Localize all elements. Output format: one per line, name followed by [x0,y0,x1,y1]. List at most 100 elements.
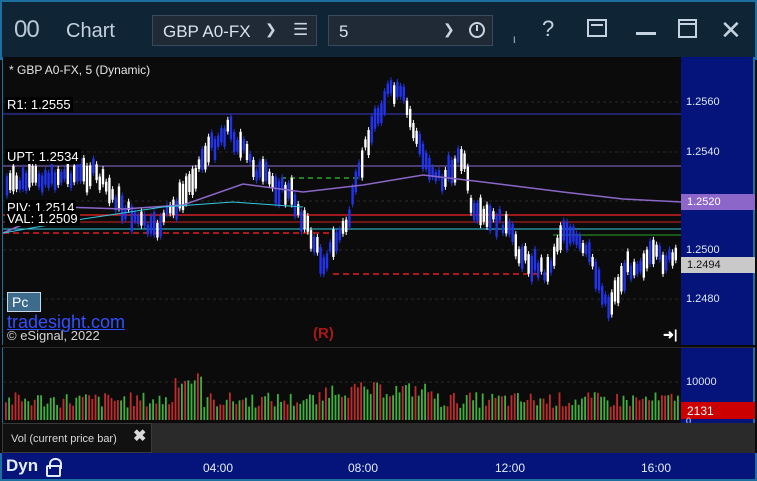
volume-bar [49,397,52,420]
candle-body [591,256,594,267]
candle-body [476,202,479,222]
candle-body [604,294,607,304]
symbol-value[interactable]: GBP A0-FX [163,22,251,42]
candle-body [575,233,578,245]
volume-bar [33,399,36,420]
candle-body [95,164,98,181]
pc-badge[interactable]: Pc [7,292,41,312]
candle-body [18,180,21,190]
minimize-icon[interactable] [636,32,656,35]
menu-icon[interactable]: ☰ [293,20,308,40]
volume-bar [200,376,202,420]
volume-bar [152,399,154,420]
candle-body [466,166,469,191]
study-label[interactable]: Vol (current price bar) [11,433,117,445]
candle-body [319,247,322,274]
time-axis[interactable]: Dyn 04:00 08:00 12:00 16:00 [0,453,757,481]
candle-body [409,108,412,128]
volume-bar [337,394,340,420]
maximize-icon[interactable] [678,19,697,38]
volume-pane[interactable] [2,347,682,423]
volume-bar [331,385,334,420]
candle-body [607,297,610,319]
volume-bar [478,407,481,420]
candle-body [549,260,553,273]
candle-body [393,85,396,104]
layout-icon[interactable] [587,19,607,37]
jump-to-end-icon[interactable]: ➜| [663,327,678,343]
volume-bars [5,373,679,420]
volume-bar [635,397,638,420]
candle-body [236,139,239,152]
price-axis[interactable]: 1.2560 1.2540 1.2520 1.2500 1.2494 1.248… [681,57,755,345]
candle-body [37,173,41,188]
candle-body [357,162,361,177]
candle-body [613,280,617,302]
interval-selector[interactable]: 5 ❯ [328,15,493,46]
volume-bar [469,392,471,420]
chevron-down-icon[interactable]: ❯ [443,21,455,38]
volume-bar [609,406,612,420]
volume-bar [485,405,487,420]
candle-body [492,211,495,220]
candle-body [617,277,620,304]
candle-body [233,132,236,152]
clock-icon[interactable] [469,22,485,38]
candle-body [322,257,325,275]
symbol-selector[interactable]: GBP A0-FX ❯ ☰ [152,15,317,46]
volume-bar [85,394,87,420]
volume-bar [664,395,666,420]
study-tab-volume[interactable]: Vol (current price bar) ✖ [2,423,152,453]
volume-bar [315,404,318,420]
volume-bar [14,392,17,420]
window-titlebar: 00 Chart GBP A0-FX ❯ ☰ 5 ❯ ι ? ✕ [0,0,757,60]
volume-bar [443,405,446,420]
dynamic-mode-label[interactable]: Dyn [6,456,38,476]
volume-bar [229,392,231,420]
close-study-icon[interactable]: ✖ [133,426,146,446]
volume-bar [235,404,238,420]
volume-bar [440,406,442,420]
candle-body [572,226,575,242]
candle-body [159,215,162,237]
price-chart[interactable] [3,57,682,345]
candle-body [309,230,313,249]
close-icon[interactable]: ✕ [720,15,742,46]
volume-bar [497,395,500,420]
lock-icon[interactable] [46,458,62,477]
volume-bar [107,394,110,420]
last-price-tag: 1.2494 [681,257,755,273]
volume-bar [360,382,362,420]
candle-body [546,256,549,282]
candle-body [581,243,585,254]
volume-bar [379,384,382,420]
candle-body [370,116,373,143]
candle-body [284,184,287,205]
volume-bar [184,380,186,420]
volume-bar [395,385,398,420]
volume-bar [606,400,609,420]
price-pane[interactable]: * GBP A0-FX, 5 (Dynamic) R1: 1.2555 UPT:… [2,57,682,345]
chart-app-icon: 00 [14,16,40,43]
candle-body [674,247,677,261]
candle-body [364,139,367,148]
candle-body [175,200,178,220]
interval-value[interactable]: 5 [339,22,348,42]
volume-bar [456,403,458,420]
volume-bar [75,397,78,420]
volume-bar [414,386,417,420]
volume-bar [251,394,254,420]
volume-bar [552,407,554,420]
help-icon[interactable]: ? [542,16,554,42]
candle-body [533,248,537,271]
volume-bar [661,395,663,420]
candle-body [15,175,18,190]
volume-bar [104,393,106,420]
candle-body [76,164,79,182]
candle-body [57,168,60,185]
volume-axis[interactable]: 10000 2131 0 [681,347,755,426]
volume-bar [161,404,164,420]
chevron-down-icon[interactable]: ❯ [265,21,277,38]
volume-bar [600,396,602,420]
volume-bar [545,403,548,420]
